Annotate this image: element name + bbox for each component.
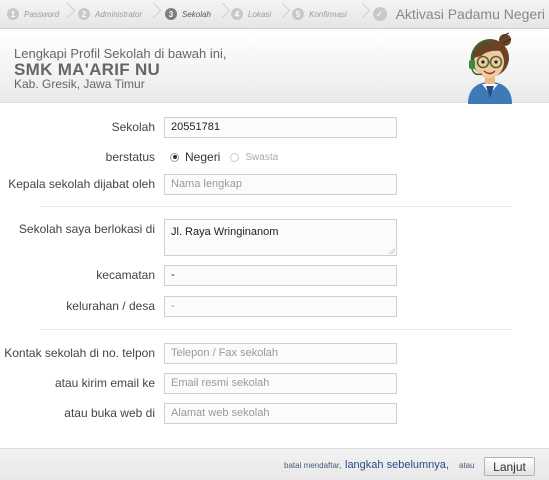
- step-separator: [354, 2, 371, 19]
- telpon-label: Kontak sekolah di no. telpon: [4, 346, 155, 360]
- step-label: Administrator: [95, 9, 143, 19]
- step-label: Lokasi: [248, 9, 272, 19]
- swasta-radio[interactable]: [230, 152, 240, 162]
- check-icon: ✓: [372, 7, 387, 21]
- status-radio-group: Negeri Swasta: [170, 150, 278, 164]
- status-label: berstatus: [105, 150, 155, 164]
- email-input[interactable]: Email resmi sekolah: [164, 373, 397, 394]
- kepala-input[interactable]: Nama lengkap: [164, 174, 397, 195]
- sekolah-label: Sekolah: [111, 120, 155, 134]
- cancel-link[interactable]: batal mendaftar,: [284, 461, 341, 470]
- step-number: 2: [78, 8, 90, 20]
- step-label: Konfirmasi: [309, 9, 347, 19]
- section-divider: [40, 206, 511, 207]
- negeri-radio[interactable]: [170, 152, 179, 162]
- profile-header: Lengkapi Profil Sekolah di bawah ini, SM…: [0, 30, 549, 104]
- resize-handle-icon[interactable]: [388, 247, 395, 254]
- step-separator: [274, 2, 291, 19]
- wizard-title: Aktivasi Padamu Negeri: [395, 6, 545, 22]
- email-label: atau kirim email ke: [54, 376, 155, 390]
- lokasi-textarea[interactable]: Jl. Raya Wringinanom: [164, 219, 397, 256]
- kelurahan-select[interactable]: -: [164, 296, 397, 317]
- web-label: atau buka web di: [64, 406, 155, 420]
- step-sekolah[interactable]: 3 Sekolah: [165, 0, 231, 28]
- step-lokasi[interactable]: 4 Lokasi: [231, 0, 291, 28]
- lokasi-value: Jl. Raya Wringinanom: [171, 226, 279, 238]
- section-divider: [40, 329, 511, 330]
- step-konfirmasi[interactable]: 5 Konfirmasi: [292, 0, 371, 28]
- step-password[interactable]: 1 Password: [7, 0, 76, 28]
- negeri-radio-label[interactable]: Negeri: [185, 150, 220, 164]
- step-number: 5: [292, 8, 304, 20]
- wizard-step-bar: 1 Password 2 Administrator 3 Sekolah 4 L…: [0, 0, 549, 29]
- step-separator: [59, 2, 76, 19]
- step-label: Sekolah: [182, 9, 211, 19]
- step-final: ✓ Aktivasi Padamu Negeri: [372, 0, 545, 28]
- swasta-radio-label[interactable]: Swasta: [245, 152, 278, 163]
- kecamatan-select[interactable]: -: [164, 265, 397, 286]
- or-text: atau: [459, 461, 475, 470]
- intro-text: Lengkapi Profil Sekolah di bawah ini,: [14, 46, 227, 61]
- lokasi-label: Sekolah saya berlokasi di: [18, 222, 155, 236]
- school-location: Kab. Gresik, Jawa Timur: [14, 77, 145, 91]
- sekolah-input[interactable]: 20551781: [164, 117, 397, 138]
- telpon-input[interactable]: Telepon / Fax sekolah: [164, 343, 397, 364]
- previous-step-link[interactable]: langkah sebelumnya,: [345, 459, 449, 471]
- form-footer: batal mendaftar, langkah sebelumnya, ata…: [0, 448, 549, 480]
- next-button[interactable]: Lanjut: [484, 457, 535, 476]
- step-administrator[interactable]: 2 Administrator: [78, 0, 162, 28]
- kepala-label: Kepala sekolah dijabat oleh: [8, 177, 155, 191]
- step-separator: [145, 2, 162, 19]
- step-number: 4: [231, 8, 243, 20]
- web-input[interactable]: Alamat web sekolah: [164, 403, 397, 424]
- step-number: 1: [7, 8, 19, 20]
- step-label: Password: [24, 9, 60, 19]
- step-number: 3: [165, 8, 177, 20]
- step-separator: [214, 2, 231, 19]
- kelurahan-label: kelurahan / desa: [66, 299, 155, 313]
- kecamatan-label: kecamatan: [96, 268, 155, 282]
- mascot-illustration: [468, 32, 512, 104]
